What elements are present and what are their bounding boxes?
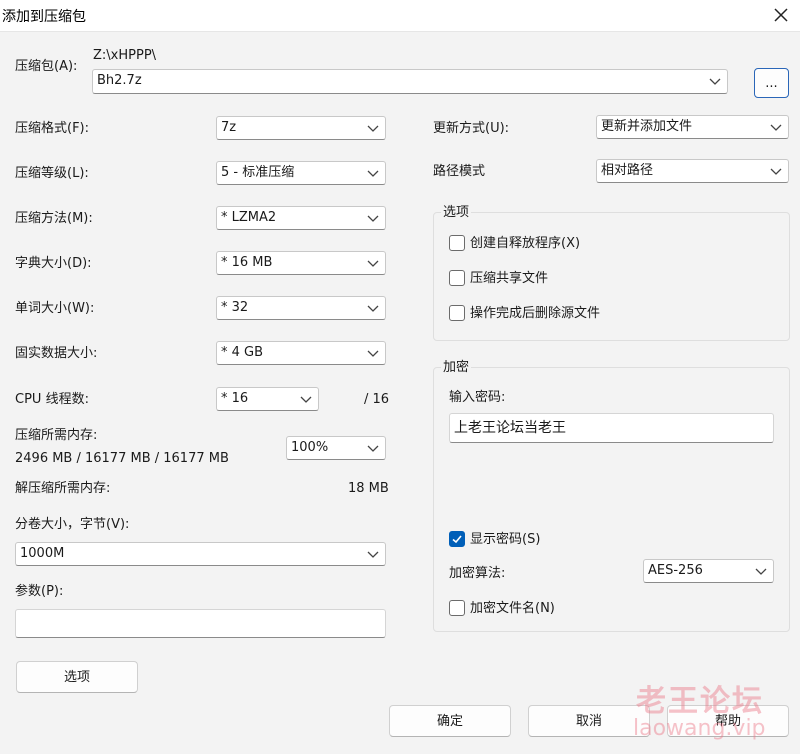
threads-max: / 16 xyxy=(364,392,390,407)
chevron-down-icon xyxy=(367,551,379,558)
mem-compress-value: 2496 MB / 16177 MB / 16177 MB xyxy=(15,451,229,466)
method-label: 压缩方法(M): xyxy=(15,211,93,226)
update-label: 更新方式(U): xyxy=(433,121,510,136)
options-group-title: 选项 xyxy=(441,205,472,221)
level-label: 压缩等级(L): xyxy=(15,166,89,181)
watermark-url: laowang.vip xyxy=(633,716,766,741)
level-combo[interactable]: 5 - 标准压缩 xyxy=(216,161,386,185)
encrypt-names-checkbox[interactable] xyxy=(449,600,465,616)
mem-compress-label: 压缩所需内存: xyxy=(15,428,98,443)
pathmode-combo[interactable]: 相对路径 xyxy=(596,159,789,183)
solid-value: * 4 GB xyxy=(221,345,264,360)
pathmode-label: 路径模式 xyxy=(433,164,486,179)
dict-label: 字典大小(D): xyxy=(15,256,92,271)
volume-value: 1000M xyxy=(20,546,65,561)
dict-combo[interactable]: * 16 MB xyxy=(216,251,386,275)
archive-name-combo[interactable]: Bh2.7z xyxy=(92,69,728,94)
chevron-down-icon xyxy=(300,396,312,403)
level-value: 5 - 标准压缩 xyxy=(221,165,295,180)
volume-combo[interactable]: 1000M xyxy=(15,542,386,566)
solid-label: 固实数据大小: xyxy=(15,346,98,361)
watermark-text: 老王论坛 xyxy=(636,684,764,719)
word-value: * 32 xyxy=(221,300,249,315)
algo-label: 加密算法: xyxy=(449,566,506,581)
sfx-label: 创建自释放程序(X) xyxy=(470,236,581,251)
chevron-down-icon xyxy=(367,170,379,177)
mem-decompress-label: 解压缩所需内存: xyxy=(15,481,111,496)
word-label: 单词大小(W): xyxy=(15,301,95,316)
password-label: 输入密码: xyxy=(449,390,506,405)
threads-combo[interactable]: * 16 xyxy=(216,387,319,411)
method-combo[interactable]: * LZMA2 xyxy=(216,206,386,230)
format-value: 7z xyxy=(221,120,237,135)
encryption-group xyxy=(433,367,790,632)
delete-checkbox[interactable] xyxy=(449,305,465,321)
show-password-checkbox[interactable] xyxy=(449,531,465,547)
chevron-down-icon xyxy=(367,260,379,267)
ok-button[interactable]: 确定 xyxy=(389,705,511,737)
mem-percent-value: 100% xyxy=(291,440,329,455)
format-label: 压缩格式(F): xyxy=(15,121,90,136)
chevron-down-icon xyxy=(367,350,379,357)
chevron-down-icon xyxy=(367,215,379,222)
chevron-down-icon xyxy=(367,125,379,132)
threads-label: CPU 线程数: xyxy=(15,392,89,407)
archive-name-value: Bh2.7z xyxy=(97,73,142,88)
threads-value: * 16 xyxy=(221,391,249,406)
archive-label: 压缩包(A): xyxy=(15,59,78,74)
checkmark-icon xyxy=(452,535,462,544)
word-combo[interactable]: * 32 xyxy=(216,296,386,320)
update-combo[interactable]: 更新并添加文件 xyxy=(596,115,789,139)
browse-button[interactable]: ... xyxy=(754,68,789,98)
solid-combo[interactable]: * 4 GB xyxy=(216,341,386,365)
method-value: * LZMA2 xyxy=(221,210,277,225)
chevron-down-icon xyxy=(367,445,379,452)
params-label: 参数(P): xyxy=(15,584,64,599)
format-combo[interactable]: 7z xyxy=(216,116,386,140)
algo-combo[interactable]: AES-256 xyxy=(643,559,774,583)
chevron-down-icon xyxy=(770,124,782,131)
sfx-checkbox[interactable] xyxy=(449,235,465,251)
params-input[interactable] xyxy=(15,609,386,638)
algo-value: AES-256 xyxy=(648,563,703,578)
password-value: 上老王论坛当老王 xyxy=(454,420,566,436)
delete-label: 操作完成后删除源文件 xyxy=(470,306,601,321)
pathmode-value: 相对路径 xyxy=(601,163,654,178)
password-input[interactable]: 上老王论坛当老王 xyxy=(449,413,774,443)
close-icon[interactable] xyxy=(770,4,792,26)
options-button[interactable]: 选项 xyxy=(16,661,138,693)
encryption-group-title: 加密 xyxy=(441,360,472,376)
chevron-down-icon xyxy=(755,568,767,575)
chevron-down-icon xyxy=(367,305,379,312)
chevron-down-icon xyxy=(770,168,782,175)
shared-checkbox[interactable] xyxy=(449,270,465,286)
cancel-button[interactable]: 取消 xyxy=(528,705,650,737)
mem-decompress-value: 18 MB xyxy=(348,481,389,496)
archive-path: Z:\xHPPP\ xyxy=(93,48,157,63)
volume-label: 分卷大小，字节(V): xyxy=(15,517,130,532)
window-title: 添加到压缩包 xyxy=(2,9,86,25)
show-password-label: 显示密码(S) xyxy=(470,532,541,547)
shared-label: 压缩共享文件 xyxy=(470,271,549,286)
dict-value: * 16 MB xyxy=(221,255,273,270)
title-bar: 添加到压缩包 xyxy=(0,0,800,32)
update-value: 更新并添加文件 xyxy=(601,119,693,134)
mem-percent-combo[interactable]: 100% xyxy=(286,436,386,460)
chevron-down-icon xyxy=(709,78,721,85)
encrypt-names-label: 加密文件名(N) xyxy=(470,601,555,616)
